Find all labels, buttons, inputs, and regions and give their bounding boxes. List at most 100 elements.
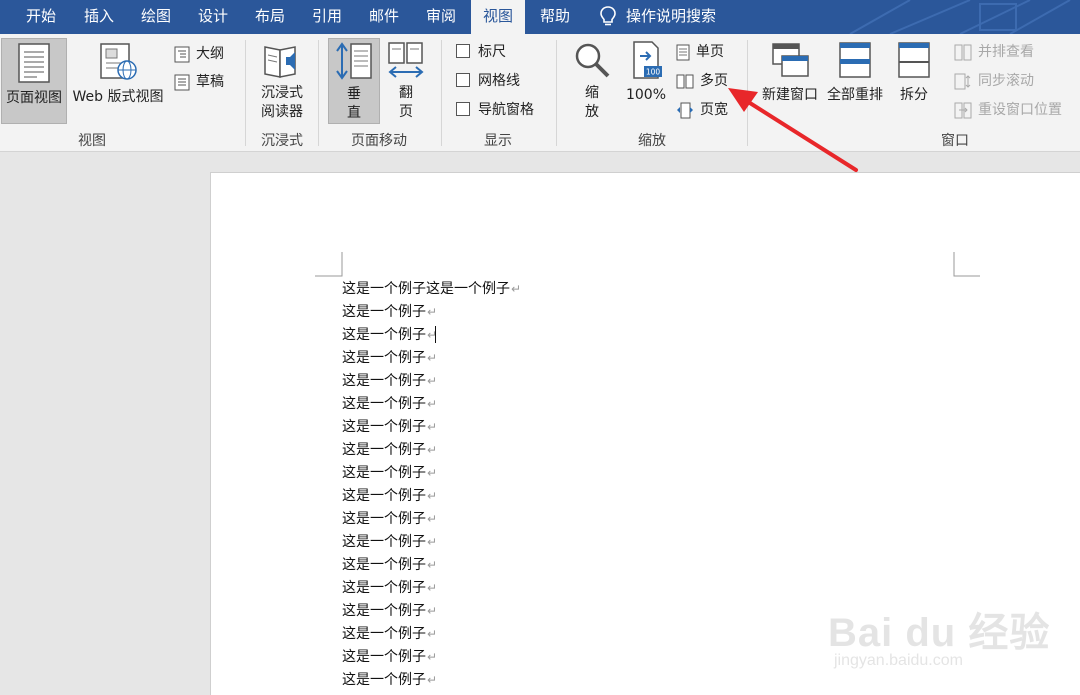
paragraph-mark: ↵ [427,535,438,549]
side-to-side-button[interactable]: 翻 页 [383,38,429,124]
paragraph-mark: ↵ [427,305,438,319]
paragraph-mark: ↵ [427,558,438,572]
navigation-pane-checkbox[interactable]: 导航窗格 [456,98,534,122]
zoom-100-icon: 100 [633,41,662,79]
title-bar-decoration [849,0,1071,34]
watermark-url: jingyan.baidu.com [834,652,963,669]
side-by-side-icon [954,44,972,60]
zoom-100-button[interactable]: 100 100% [622,38,670,124]
paragraph-mark: ↵ [427,489,438,503]
text-cursor [435,326,436,343]
tab-insert[interactable]: 插入 [84,0,114,34]
draft-button[interactable]: 草稿 [174,70,224,94]
paragraph-mark: ↵ [427,604,438,618]
annotation-arrow [728,88,858,172]
draft-icon [174,74,190,90]
paragraph-line[interactable]: 这是一个例子↵ [342,508,521,531]
reset-window-position-button[interactable]: 重设窗口位置 [954,98,1062,122]
paragraph-mark: ↵ [427,650,438,664]
paragraph-line[interactable]: 这是一个例子↵ [342,370,521,393]
vertical-scroll-icon [336,42,372,80]
window-group-label: 窗口 [941,133,969,149]
zoom-button[interactable]: 缩 放 [568,38,616,124]
tab-help[interactable]: 帮助 [540,0,570,34]
paragraph-line[interactable]: 这是一个例子↵ [342,393,521,416]
document-body[interactable]: 这是一个例子这是一个例子↵ 这是一个例子↵ 这是一个例子↵ 这是一个例子↵ 这是… [342,278,521,692]
group-separator [556,40,557,146]
tab-references[interactable]: 引用 [312,0,342,34]
one-page-icon [676,44,690,60]
paragraph-line[interactable]: 这是一个例子↵ [342,416,521,439]
lightbulb-icon [600,5,616,25]
tab-view[interactable]: 视图 [471,0,526,34]
paragraph-mark: ↵ [427,627,438,641]
paragraph-mark: ↵ [511,282,522,296]
paragraph-line[interactable]: 这是一个例子↵ [342,485,521,508]
immersive-reader-button[interactable]: 沉浸式 阅读器 [250,38,314,124]
paragraph-line[interactable]: 这是一个例子↵ [342,462,521,485]
outline-button[interactable]: 大纲 [174,42,224,66]
magnifier-icon [575,43,610,78]
paragraph-line[interactable]: 这是一个例子↵ [342,600,521,623]
paragraph-line[interactable]: 这是一个例子↵ [342,324,521,347]
tab-design[interactable]: 设计 [198,0,228,34]
gridlines-checkbox[interactable]: 网格线 [456,69,520,93]
sync-scroll-icon [954,73,971,89]
page-movement-group-label: 页面移动 [351,133,407,149]
ruler-checkbox[interactable]: 标尺 [456,40,506,64]
view-ribbon: 页面视图 Web 版式视图 大纲 草稿 视图 沉浸式 阅读器 沉浸式 垂 直 翻… [0,34,1080,152]
web-layout-button[interactable]: Web 版式视图 [68,38,168,124]
print-layout-button[interactable]: 页面视图 [1,38,67,124]
show-group-label: 显示 [484,133,512,149]
split-label: 拆分 [900,87,928,103]
search-label: 操作说明搜索 [626,7,717,25]
arrange-all-icon [839,42,871,78]
web-layout-label: Web 版式视图 [72,89,164,105]
page-width-icon [677,102,693,118]
paragraph-mark: ↵ [427,351,438,365]
tab-review[interactable]: 审阅 [426,0,456,34]
split-button[interactable]: 拆分 [890,38,938,124]
outline-icon [174,46,190,62]
paragraph-line[interactable]: 这是一个例子↵ [342,554,521,577]
synchronous-scrolling-button[interactable]: 同步滚动 [954,69,1034,93]
paragraph-mark: ↵ [427,512,438,526]
paragraph-line[interactable]: 这是一个例子这是一个例子↵ [342,278,521,301]
paragraph-line[interactable]: 这是一个例子↵ [342,439,521,462]
view-side-by-side-button[interactable]: 并排查看 [954,40,1034,64]
paragraph-line[interactable]: 这是一个例子↵ [342,347,521,370]
paragraph-line[interactable]: 这是一个例子↵ [342,577,521,600]
tab-draw[interactable]: 绘图 [141,0,171,34]
checkbox-box[interactable] [456,102,470,116]
top-left-margin-corner [315,252,343,277]
zoom-100-badge: 100 [646,68,661,77]
print-layout-label: 页面视图 [6,90,62,106]
paragraph-line[interactable]: 这是一个例子↵ [342,669,521,692]
vertical-scroll-button[interactable]: 垂 直 [328,38,380,124]
group-separator [245,40,246,146]
split-icon [898,42,930,78]
paragraph-mark: ↵ [427,374,438,388]
paragraph-line[interactable]: 这是一个例子↵ [342,623,521,646]
group-separator [441,40,442,146]
checkbox-box[interactable] [456,73,470,87]
multiple-pages-icon [676,74,694,88]
top-right-margin-corner [953,252,980,277]
paragraph-mark: ↵ [427,673,438,687]
zoom-100-label: 100% [625,87,667,103]
paragraph-line[interactable]: 这是一个例子↵ [342,301,521,324]
paragraph-mark: ↵ [427,466,438,480]
paragraph-mark: ↵ [427,443,438,457]
web-page-icon [100,43,137,80]
immersive-group-label: 沉浸式 [261,133,303,149]
ribbon-tab-bar: 开始 插入 绘图 设计 布局 引用 邮件 审阅 视图 帮助 操作说明搜索 [0,0,1080,34]
tab-mailings[interactable]: 邮件 [369,0,399,34]
paragraph-line[interactable]: 这是一个例子↵ [342,646,521,669]
side-to-side-icon [388,42,424,78]
tell-me-search[interactable]: 操作说明搜索 [600,0,716,34]
one-page-button[interactable]: 单页 [676,40,724,64]
tab-layout[interactable]: 布局 [255,0,285,34]
paragraph-line[interactable]: 这是一个例子↵ [342,531,521,554]
checkbox-box[interactable] [456,44,470,58]
tab-home[interactable]: 开始 [26,0,56,34]
